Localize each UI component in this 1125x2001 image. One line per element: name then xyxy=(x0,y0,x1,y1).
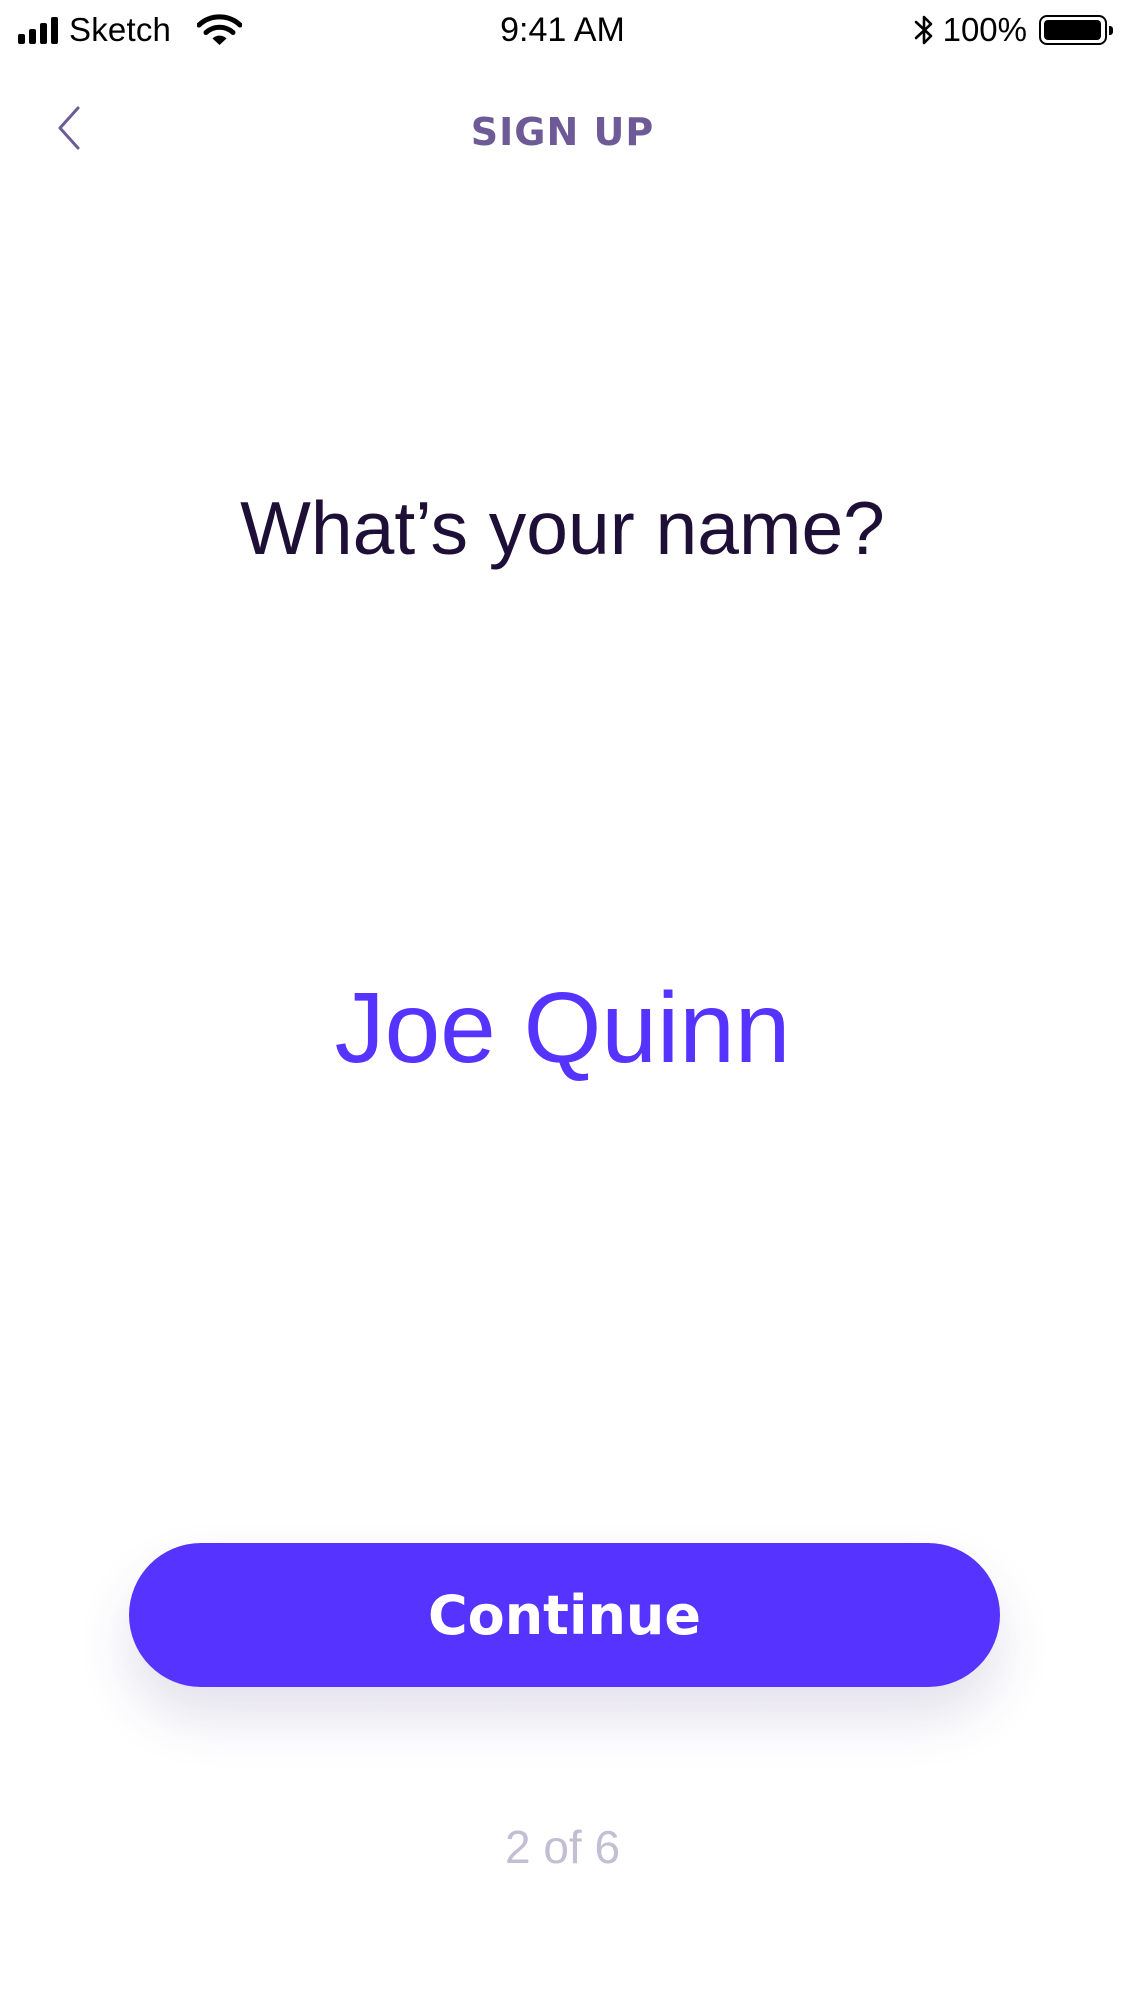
question-heading: What’s your name? xyxy=(240,486,885,570)
battery-percentage: 100% xyxy=(942,11,1027,48)
battery-level-fill xyxy=(1044,20,1101,40)
bluetooth-icon xyxy=(914,15,932,45)
battery-nub xyxy=(1109,26,1113,35)
page-title: SIGN UP xyxy=(470,110,655,154)
step-indicator: 2 of 6 xyxy=(504,1821,621,1873)
continue-button[interactable]: Continue xyxy=(129,1543,1000,1687)
battery-icon xyxy=(1039,15,1113,45)
name-input[interactable] xyxy=(80,968,1045,1088)
status-bar: Sketch 9:41 AM 100% xyxy=(0,0,1125,62)
status-bar-right: 100% xyxy=(913,10,1113,50)
